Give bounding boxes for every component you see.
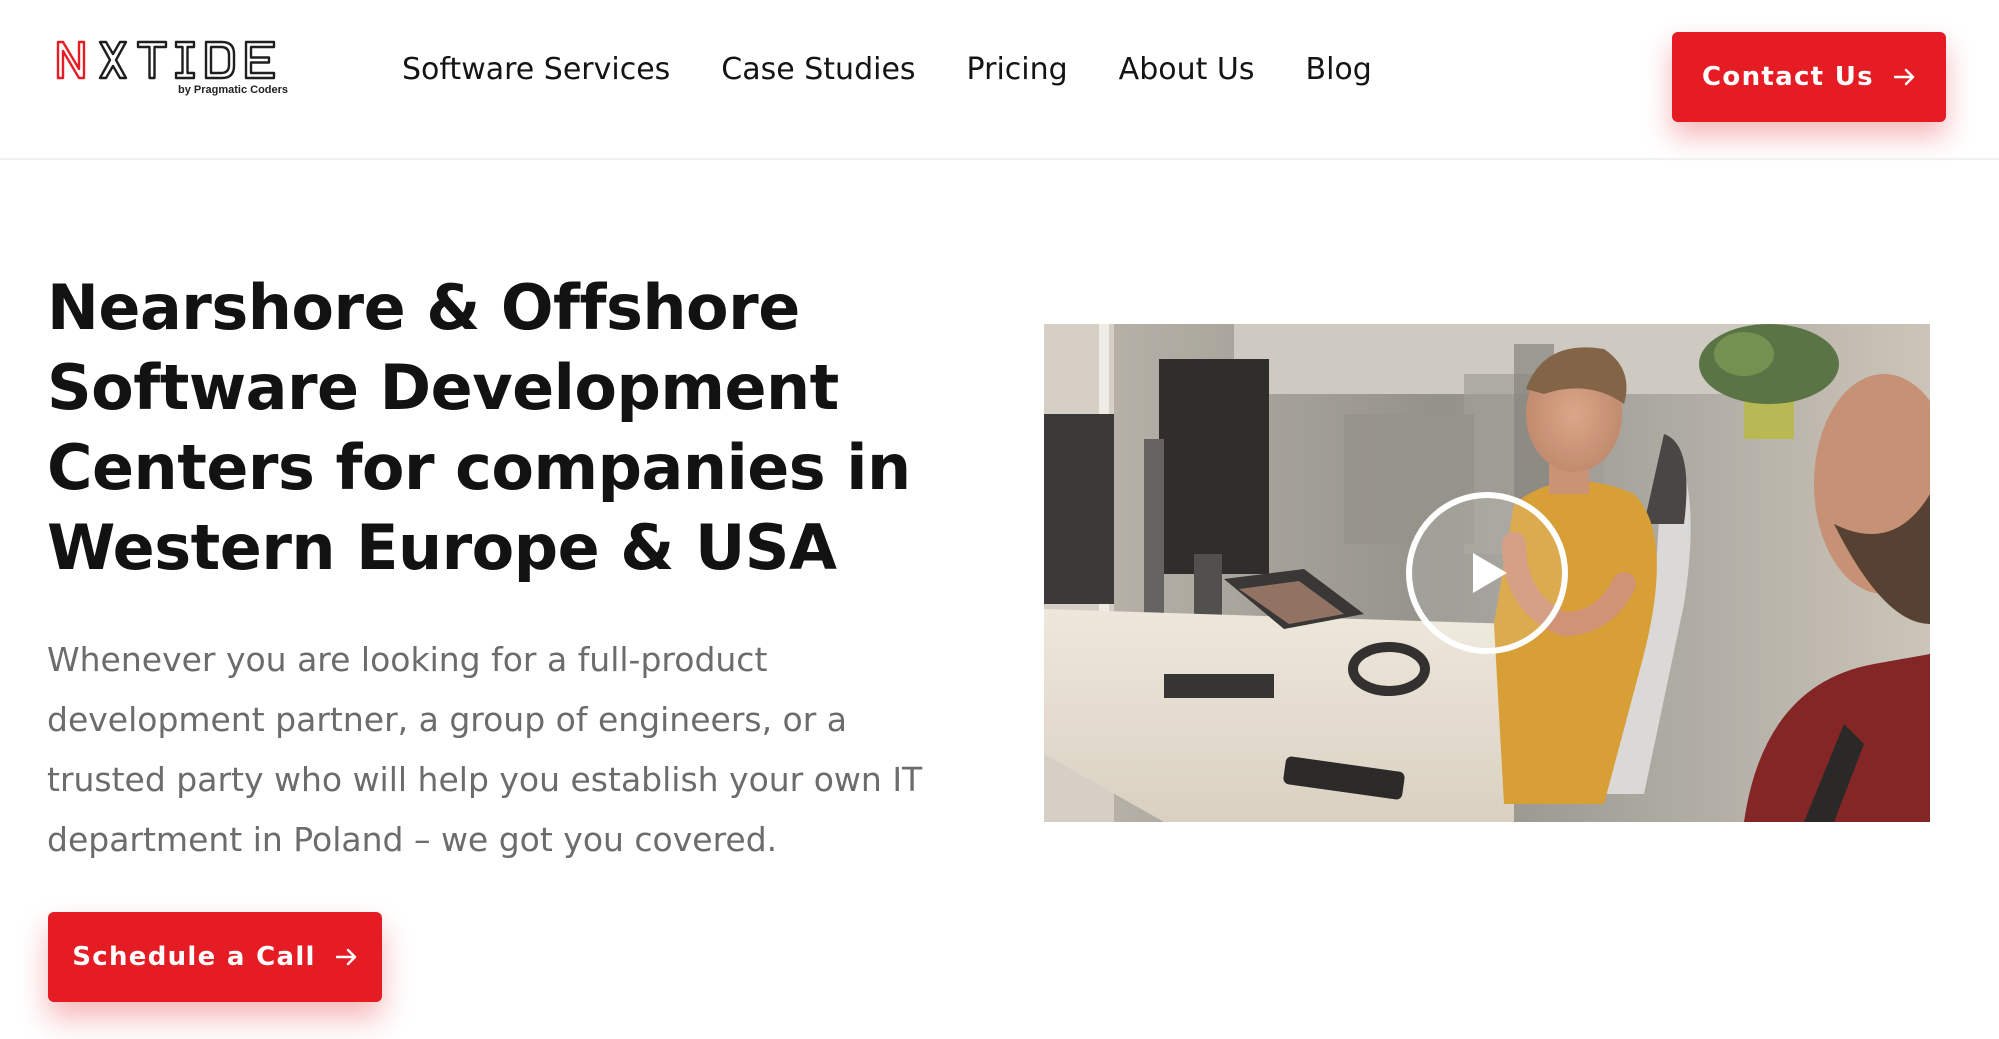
nav-item-blog[interactable]: Blog [1306,52,1372,88]
play-icon [1406,492,1568,654]
contact-us-label: Contact Us [1702,62,1874,92]
nav-item-case-studies[interactable]: Case Studies [721,52,915,88]
hero-description: Whenever you are looking for a full-prod… [47,640,923,859]
nav-item-software-services[interactable]: Software Services [402,52,670,88]
play-button[interactable] [1403,489,1571,657]
logo[interactable]: by Pragmatic Coders [56,38,292,100]
nav-item-about-us[interactable]: About Us [1119,52,1255,88]
nxtide-wordmark [56,40,276,80]
main-nav: Software Services Case Studies Pricing A… [402,52,1372,88]
contact-us-button[interactable]: Contact Us [1672,32,1946,122]
schedule-a-call-button[interactable]: Schedule a Call [48,912,382,1002]
site-header: by Pragmatic Coders Software Services Ca… [0,0,1999,160]
arrow-right-icon [335,948,358,966]
schedule-a-call-label: Schedule a Call [72,942,316,972]
logo-tagline: by Pragmatic Coders [178,84,289,96]
hero-title: Nearshore & Offshore Software Developmen… [47,271,911,584]
nav-item-pricing[interactable]: Pricing [967,52,1068,88]
video-thumbnail[interactable] [1044,324,1930,822]
header-divider [0,158,1999,160]
arrow-right-icon [1893,68,1916,86]
